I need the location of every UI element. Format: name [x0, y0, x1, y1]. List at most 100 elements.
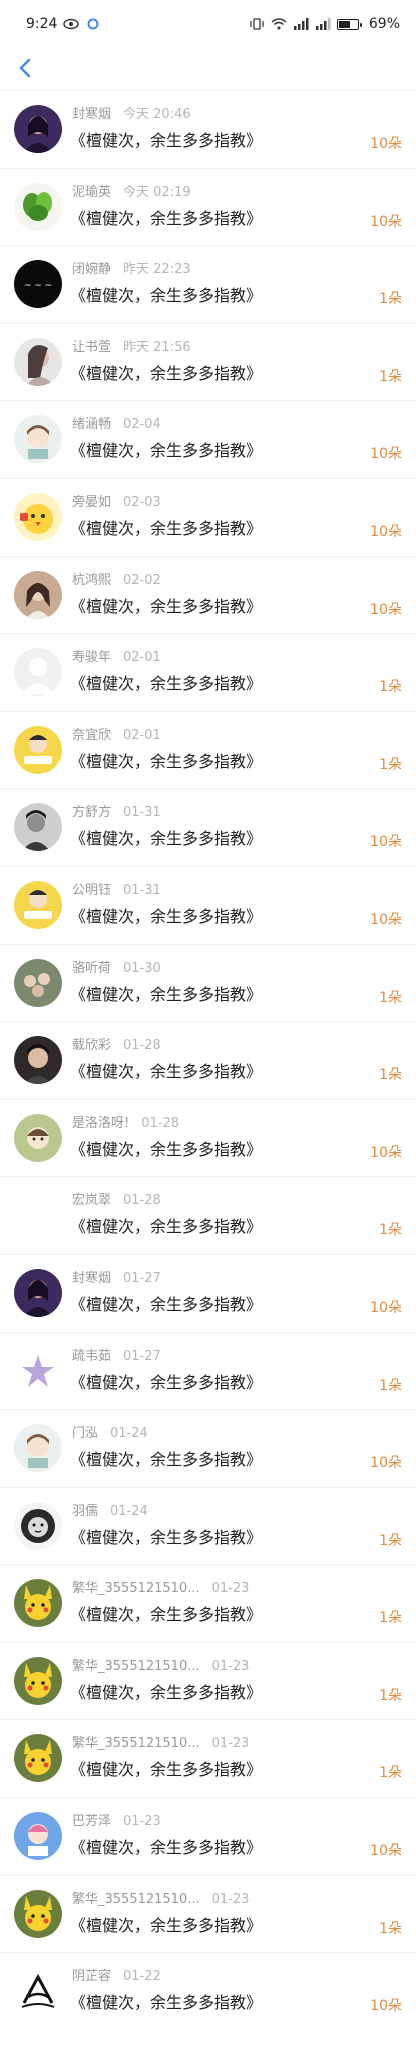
sync-icon — [87, 18, 99, 30]
avatar[interactable] — [14, 1967, 62, 2016]
gift-title: 《檀健次，余生多多指教》 — [70, 1294, 263, 1314]
flower-count: 1朵 — [379, 989, 402, 1006]
avatar[interactable] — [14, 1036, 62, 1085]
list-item[interactable]: 泥瑜英 今天 02:19 《檀健次，余生多多指教》 10朵 — [0, 167, 416, 246]
record-meta: 门泓 01-24 — [72, 1422, 148, 1441]
flower-count: 1朵 — [379, 1377, 402, 1394]
list-item[interactable]: 疏韦茹 01-27 《檀健次，余生多多指教》 1朵 — [0, 1331, 416, 1410]
record-meta: 骆听荷 01-30 — [72, 957, 161, 976]
sender-name: 杭鸿熙 — [72, 572, 112, 588]
list-item[interactable]: 奈宜欣 02-01 《檀健次，余生多多指教》 1朵 — [0, 710, 416, 789]
list-item[interactable]: 方舒方 01-31 《檀健次，余生多多指教》 10朵 — [0, 788, 416, 866]
avatar[interactable] — [14, 648, 62, 697]
list-item[interactable]: ~ ~ ~ 闭婉静 昨天 22:23 《檀健次，余生多多指教》 1朵 — [0, 245, 416, 323]
record-meta: 闭婉静 昨天 22:23 — [72, 258, 191, 277]
list-item[interactable]: 寿骏年 02-01 《檀健次，余生多多指教》 1朵 — [0, 633, 416, 711]
list-item[interactable]: 阴芷容 01-22 《檀健次，余生多多指教》 10朵 — [0, 1952, 416, 2030]
gift-title: 《檀健次，余生多多指教》 — [70, 286, 263, 306]
list-item[interactable]: 繁华_3555121510... 01-23 《檀健次，余生多多指教》 1朵 — [0, 1719, 416, 1797]
gift-title: 《檀健次，余生多多指教》 — [70, 596, 263, 616]
gift-record-list: 封寒烟 今天 20:46 《檀健次，余生多多指教》 10朵 泥瑜英 今天 02:19 《檀健… — [0, 90, 416, 2030]
record-time: 02-03 — [123, 494, 161, 510]
sender-name: 封寒烟 — [72, 107, 112, 122]
avatar[interactable] — [14, 1346, 62, 1395]
gift-title: 《檀健次，余生多多指教》 — [70, 1062, 263, 1082]
gift-title: 《檀健次，余生多多指教》 — [70, 441, 263, 461]
list-item[interactable]: 封寒烟 01-27 《檀健次，余生多多指教》 10朵 — [0, 1253, 416, 1332]
avatar[interactable] — [14, 1268, 62, 1317]
record-meta: 封寒烟 01-27 — [72, 1267, 161, 1286]
gift-title: 《檀健次，余生多多指教》 — [70, 363, 263, 383]
list-item[interactable]: 骆听荷 01-30 《檀健次，余生多多指教》 1朵 — [0, 943, 416, 1022]
avatar[interactable] — [14, 105, 62, 153]
record-time: 01-28 — [141, 1115, 179, 1131]
avatar[interactable] — [14, 1734, 62, 1783]
avatar[interactable] — [14, 1812, 62, 1861]
record-time: 01-23 — [123, 1814, 161, 1830]
avatar[interactable] — [14, 1424, 62, 1473]
list-item[interactable]: 绪涵畅 02-04 《檀健次，余生多多指教》 10朵 — [0, 400, 416, 478]
gift-title: 《檀健次，余生多多指教》 — [70, 1450, 263, 1470]
flower-count: 1朵 — [379, 1067, 402, 1084]
avatar[interactable] — [14, 958, 62, 1007]
list-item[interactable]: 繁华_3555121510... 01-23 《檀健次，余生多多指教》 1朵 — [0, 1641, 416, 1720]
list-item[interactable]: 旁晏如 02-03 《檀健次，余生多多指教》 10朵 — [0, 477, 416, 556]
avatar[interactable] — [14, 1656, 62, 1705]
record-time: 昨天 21:56 — [123, 339, 191, 355]
avatar[interactable] — [14, 1191, 62, 1239]
list-item[interactable]: 让书萱 昨天 21:56 《檀健次，余生多多指教》 1朵 — [0, 322, 416, 401]
avatar[interactable] — [14, 803, 62, 852]
list-item[interactable]: 载欣彩 01-28 《檀健次，余生多多指教》 1朵 — [0, 1021, 416, 1099]
chevron-left-icon[interactable] — [14, 56, 38, 80]
record-time: 02-01 — [123, 650, 161, 666]
avatar[interactable]: ~ ~ ~ — [14, 260, 62, 309]
gift-title: 《檀健次，余生多多指教》 — [70, 208, 263, 228]
list-item[interactable]: 繁华_3555121510... 01-23 《檀健次，余生多多指教》 1朵 — [0, 1874, 416, 1953]
record-time: 01-27 — [123, 1270, 161, 1286]
list-item[interactable]: 门泓 01-24 《檀健次，余生多多指教》 10朵 — [0, 1409, 416, 1487]
sender-name: 羽儒 — [72, 1503, 99, 1519]
avatar[interactable] — [14, 1501, 62, 1550]
list-item[interactable]: 巴芳泽 01-23 《檀健次，余生多多指教》 10朵 — [0, 1797, 416, 1875]
sender-name: 繁华_3555121510... — [72, 1581, 200, 1597]
record-time: 01-27 — [123, 1348, 161, 1364]
list-item[interactable]: 封寒烟 今天 20:46 《檀健次，余生多多指教》 10朵 — [0, 90, 416, 168]
status-right: 69% — [249, 16, 400, 32]
battery-percent: 69% — [368, 16, 400, 32]
flower-count: 10朵 — [370, 1299, 402, 1316]
sender-name: 绪涵畅 — [72, 417, 112, 433]
avatar[interactable] — [14, 1579, 62, 1628]
record-time: 02-01 — [123, 727, 161, 743]
record-meta: 阴芷容 01-22 — [72, 1965, 161, 1984]
avatar[interactable] — [14, 492, 62, 541]
avatar[interactable] — [14, 570, 62, 619]
avatar[interactable] — [14, 182, 62, 231]
svg-text:~ ~ ~: ~ ~ ~ — [24, 281, 52, 291]
list-item[interactable]: 羽儒 01-24 《檀健次，余生多多指教》 1朵 — [0, 1486, 416, 1565]
battery-icon — [336, 18, 362, 30]
list-item[interactable]: 是洛洛呀! 01-28 《檀健次，余生多多指教》 10朵 — [0, 1098, 416, 1177]
list-item[interactable]: 公明钰 01-31 《檀健次，余生多多指教》 10朵 — [0, 865, 416, 944]
avatar[interactable] — [14, 1113, 62, 1162]
sender-name: 繁华_3555121510... — [72, 1658, 200, 1674]
list-item[interactable]: 宏岚翠 01-28 《檀健次，余生多多指教》 1朵 — [0, 1176, 416, 1254]
avatar[interactable] — [14, 725, 62, 774]
record-time: 01-23 — [211, 1658, 250, 1674]
record-time: 今天 20:46 — [123, 107, 191, 122]
list-item[interactable]: 杭鸿熙 02-02 《檀健次，余生多多指教》 10朵 — [0, 555, 416, 634]
list-item[interactable]: 繁华_3555121510... 01-23 《檀健次，余生多多指教》 1朵 — [0, 1564, 416, 1642]
avatar[interactable] — [14, 337, 62, 386]
flower-count: 1朵 — [379, 756, 402, 773]
flower-count: 1朵 — [379, 368, 402, 385]
avatar[interactable] — [14, 1889, 62, 1938]
avatar[interactable] — [14, 415, 62, 464]
gift-title: 《檀健次，余生多多指教》 — [70, 1605, 263, 1625]
battery-fill — [338, 20, 350, 28]
sender-name: 载欣彩 — [72, 1038, 112, 1054]
avatar[interactable] — [14, 880, 62, 929]
record-time: 01-23 — [211, 1891, 250, 1907]
sender-name: 宏岚翠 — [72, 1193, 112, 1209]
record-meta: 巴芳泽 01-23 — [72, 1810, 161, 1829]
record-meta: 泥瑜英 今天 02:19 — [72, 181, 191, 200]
flower-count: 10朵 — [370, 136, 402, 152]
